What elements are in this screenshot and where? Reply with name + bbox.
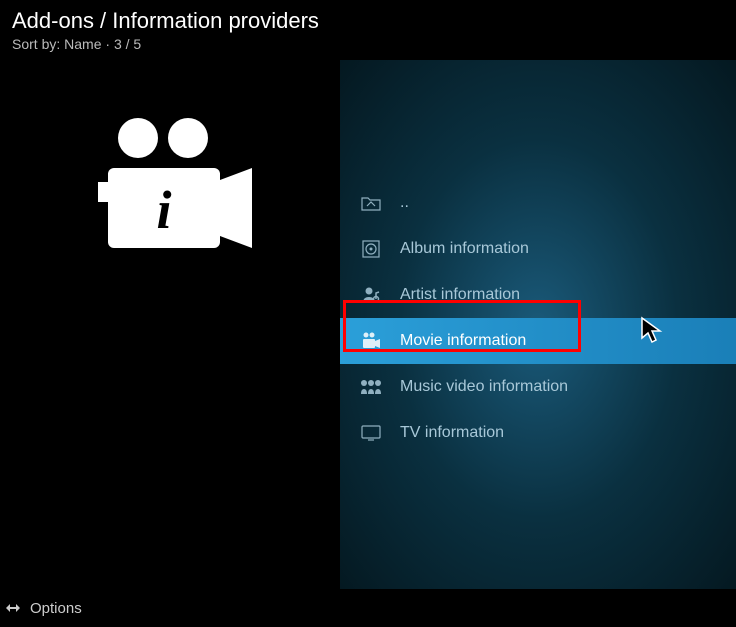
movie-icon — [360, 330, 382, 352]
list-item-artist[interactable]: Artist information — [340, 272, 736, 318]
sort-label[interactable]: Sort by: Name — [12, 36, 101, 52]
list-item-parent[interactable]: .. — [340, 180, 736, 226]
list-item-label: Music video information — [400, 378, 568, 396]
main-content: i .. Album information — [0, 60, 736, 597]
footer: Options — [0, 589, 736, 627]
options-label[interactable]: Options — [30, 600, 82, 617]
list-item-label: Movie information — [400, 332, 526, 350]
album-icon — [360, 238, 382, 260]
list-item-label: TV information — [400, 424, 504, 442]
list-item-music-video[interactable]: Music video information — [340, 364, 736, 410]
position-indicator: 3 / 5 — [114, 36, 141, 52]
folder-up-icon — [360, 192, 382, 214]
left-panel: i — [0, 60, 340, 597]
list-item-label: Artist information — [400, 286, 520, 304]
list-item-label: .. — [400, 194, 409, 212]
breadcrumb: Add-ons / Information providers — [12, 8, 724, 34]
header: Add-ons / Information providers Sort by:… — [0, 0, 736, 60]
music-video-icon — [360, 376, 382, 398]
tv-icon — [360, 422, 382, 444]
subheader: Sort by: Name · 3 / 5 — [12, 36, 724, 52]
separator: · — [105, 36, 114, 52]
artist-icon — [360, 284, 382, 306]
info-provider-category-icon: i — [80, 110, 260, 285]
list-item-album[interactable]: Album information — [340, 226, 736, 272]
options-icon[interactable] — [4, 599, 22, 617]
list-item-tv[interactable]: TV information — [340, 410, 736, 456]
svg-text:i: i — [156, 180, 171, 240]
list-item-movie[interactable]: Movie information — [340, 318, 736, 364]
right-panel: .. Album information Arti — [340, 60, 736, 597]
list-item-label: Album information — [400, 240, 529, 258]
